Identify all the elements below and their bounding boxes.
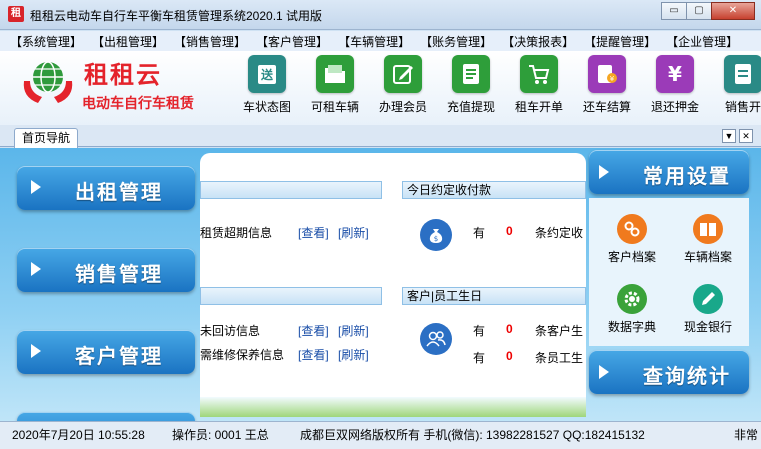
menu-enterprise[interactable]: 【企业管理】 bbox=[666, 33, 738, 50]
tab-home-nav[interactable]: 首页导航 bbox=[14, 128, 78, 148]
section-header-payments: 今日约定收付款 bbox=[402, 181, 586, 199]
menu-rental[interactable]: 【出租管理】 bbox=[92, 33, 164, 50]
nav-sales-button[interactable]: 销售管理 bbox=[17, 248, 195, 292]
receipt-icon bbox=[724, 55, 761, 93]
employee-have-label: 有 bbox=[473, 351, 486, 365]
delivery-icon: 送 bbox=[248, 55, 286, 93]
tool-rental-order[interactable]: 租车开单 bbox=[506, 55, 572, 121]
overdue-view-link[interactable]: [查看] bbox=[298, 224, 329, 241]
tool-membership[interactable]: 办理会员 bbox=[370, 55, 436, 121]
menu-bar: 【系统管理】 【出租管理】 【销售管理】 【客户管理】 【车辆管理】 【账务管理… bbox=[0, 31, 761, 51]
app-icon: 租 bbox=[8, 6, 24, 22]
status-extra: 非常 bbox=[734, 428, 759, 442]
vehicle-file-button[interactable]: 车辆档案 bbox=[669, 214, 747, 265]
document-icon bbox=[452, 55, 490, 93]
repair-refresh-link[interactable]: [刷新] bbox=[338, 346, 369, 363]
maximize-button[interactable]: ▢ bbox=[686, 2, 712, 20]
right-sidebar: 常用设置 客户档案 车辆档案 数据字典 现金银行 查询统计 bbox=[589, 148, 750, 421]
menu-vehicle[interactable]: 【车辆管理】 bbox=[338, 33, 410, 50]
visit-view-link[interactable]: [查看] bbox=[298, 322, 329, 339]
cart-icon bbox=[520, 55, 558, 93]
tool-return-settle[interactable]: ¥ 还车结算 bbox=[574, 55, 640, 121]
close-button[interactable]: ✕ bbox=[711, 2, 755, 20]
book-icon bbox=[693, 214, 723, 244]
menu-reports[interactable]: 【决策报表】 bbox=[502, 33, 574, 50]
menu-reminders[interactable]: 【提醒管理】 bbox=[584, 33, 656, 50]
tool-recharge[interactable]: 充值提现 bbox=[438, 55, 504, 121]
overdue-info-label: 租赁超期信息 bbox=[200, 226, 273, 240]
panel-footer-decoration bbox=[200, 397, 586, 417]
window-title: 租租云电动车自行车平衡车租赁管理系统2020.1 试用版 bbox=[30, 9, 323, 23]
tab-menu-icon[interactable]: ▼ bbox=[722, 129, 736, 143]
people-icon bbox=[420, 323, 452, 355]
bill-icon: ¥ bbox=[588, 55, 626, 93]
customer-birthday-count: 0 bbox=[506, 322, 513, 336]
tab-strip: 首页导航 ▼ ✕ bbox=[0, 125, 761, 148]
svg-text:$: $ bbox=[434, 235, 438, 243]
play-arrow-icon bbox=[31, 344, 41, 358]
tool-sales-order[interactable]: 销售开 bbox=[710, 55, 761, 121]
edit-icon bbox=[384, 55, 422, 93]
menu-customer[interactable]: 【客户管理】 bbox=[256, 33, 328, 50]
brand-slogan: 电动车自行车租赁 bbox=[82, 96, 194, 112]
svg-text:¥: ¥ bbox=[610, 75, 615, 83]
globe-logo-icon bbox=[23, 61, 73, 103]
payment-have-label: 有 bbox=[473, 226, 486, 240]
status-operator: 操作员: 0001 王总 bbox=[172, 428, 269, 442]
menu-accounts[interactable]: 【账务管理】 bbox=[420, 33, 492, 50]
tab-close-icon[interactable]: ✕ bbox=[739, 129, 753, 143]
pencil-icon bbox=[693, 284, 723, 314]
play-arrow-icon bbox=[599, 365, 609, 379]
toolbar: 租租云 电动车自行车租赁 送 车状态图 可租车辆 办理会员 充值提现 租车开单 … bbox=[0, 51, 761, 125]
menu-system[interactable]: 【系统管理】 bbox=[10, 33, 82, 50]
nav-rental-button[interactable]: 出租管理 bbox=[17, 166, 195, 210]
customer-have-label: 有 bbox=[473, 324, 486, 338]
payment-count: 0 bbox=[506, 224, 513, 238]
tool-available-vehicles[interactable]: 可租车辆 bbox=[302, 55, 368, 121]
repair-info-label: 需维修保养信息 bbox=[200, 348, 285, 362]
settings-list: 客户档案 车辆档案 数据字典 现金银行 bbox=[589, 198, 749, 346]
minimize-button[interactable]: ▭ bbox=[661, 2, 687, 20]
payment-text: 条约定收 bbox=[535, 226, 584, 240]
nav-customer-button[interactable]: 客户管理 bbox=[17, 330, 195, 374]
common-settings-header[interactable]: 常用设置 bbox=[589, 150, 749, 194]
data-dictionary-button[interactable]: 数据字典 bbox=[593, 284, 671, 335]
visit-refresh-link[interactable]: [刷新] bbox=[338, 322, 369, 339]
status-copyright: 成都巨双网络版权所有 手机(微信): 13982281527 QQ:182415… bbox=[300, 428, 645, 442]
link-icon bbox=[617, 214, 647, 244]
home-nav-panel: 出租管理 销售管理 客户管理 今日约定收付款 租赁超期信息 [查看] [刷新] … bbox=[0, 148, 761, 421]
customer-birthday-text: 条客户生 bbox=[535, 324, 584, 338]
employee-birthday-text: 条员工生 bbox=[535, 351, 584, 365]
play-arrow-icon bbox=[31, 262, 41, 276]
tool-refund-deposit[interactable]: ¥ 退还押金 bbox=[642, 55, 708, 121]
play-arrow-icon bbox=[599, 165, 609, 179]
play-arrow-icon bbox=[31, 180, 41, 194]
nav-more-button[interactable] bbox=[17, 412, 195, 421]
yen-icon: ¥ bbox=[656, 55, 694, 93]
folder-icon bbox=[316, 55, 354, 93]
customer-file-button[interactable]: 客户档案 bbox=[593, 214, 671, 265]
window-controls: ▭ ▢ ✕ bbox=[661, 2, 755, 20]
section-header-left-2 bbox=[200, 287, 382, 305]
tool-vehicle-status[interactable]: 送 车状态图 bbox=[234, 55, 300, 121]
overdue-refresh-link[interactable]: [刷新] bbox=[338, 224, 369, 241]
gear-icon bbox=[617, 284, 647, 314]
status-bar: 2020年7月20日 10:55:28 操作员: 0001 王总 成都巨双网络版… bbox=[0, 421, 761, 449]
cash-bank-button[interactable]: 现金银行 bbox=[669, 284, 747, 335]
section-header-birthdays: 客户|员工生日 bbox=[402, 287, 586, 305]
reminder-panel: 今日约定收付款 租赁超期信息 [查看] [刷新] $ 有 0 条约定收 客户|员… bbox=[200, 153, 586, 417]
brand-name: 租租云 bbox=[84, 61, 162, 89]
employee-birthday-count: 0 bbox=[506, 349, 513, 363]
query-stats-header[interactable]: 查询统计 bbox=[589, 350, 749, 394]
money-bag-icon: $ bbox=[420, 219, 452, 251]
menu-sales[interactable]: 【销售管理】 bbox=[174, 33, 246, 50]
status-datetime: 2020年7月20日 10:55:28 bbox=[12, 428, 145, 442]
title-bar: 租 租租云电动车自行车平衡车租赁管理系统2020.1 试用版 ▭ ▢ ✕ bbox=[0, 0, 761, 30]
unvisited-info-label: 未回访信息 bbox=[200, 324, 261, 338]
repair-view-link[interactable]: [查看] bbox=[298, 346, 329, 363]
section-header-left-1 bbox=[200, 181, 382, 199]
